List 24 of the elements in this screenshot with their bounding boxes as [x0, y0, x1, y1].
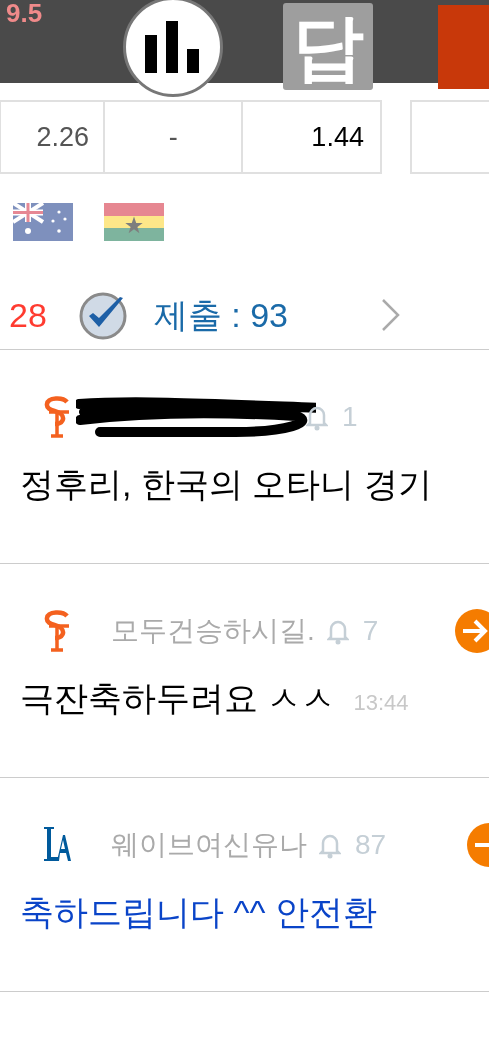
arrow-right-icon[interactable]: [455, 609, 489, 653]
score-text: 9.5: [6, 0, 43, 26]
team-logo-icon: [43, 610, 71, 652]
submitted-count-text: 제출 : 93: [153, 298, 288, 332]
comment-text: 축하드립니다 ^^ 안전환: [20, 895, 377, 929]
flag-icon: [13, 203, 73, 241]
username-text: 모두건승하시길.: [111, 617, 315, 645]
flag-icon: [104, 203, 164, 241]
count-text: 28: [9, 298, 47, 332]
username-text: 웨이브여신유나: [111, 831, 307, 859]
pick-tile[interactable]: [438, 5, 489, 89]
bar-chart-icon: [145, 21, 201, 73]
comment-text: 정후리, 한국의 오타니 경기: [20, 467, 432, 501]
chevron-right-icon[interactable]: [381, 298, 401, 332]
odds-cell[interactable]: 1.44: [241, 100, 382, 174]
like-count-text: 1: [342, 403, 358, 431]
odds-cell[interactable]: -: [102, 100, 244, 174]
comment-text: 극잔축하두려요 ㅅㅅ: [20, 681, 336, 715]
team-logo-icon: [43, 396, 71, 438]
odds-cell[interactable]: 2.26: [0, 100, 105, 174]
odds-cell[interactable]: [409, 100, 489, 174]
like-count-text: 7: [362, 617, 379, 645]
like-count-text: 87: [355, 831, 387, 859]
minus-icon[interactable]: [467, 823, 489, 867]
